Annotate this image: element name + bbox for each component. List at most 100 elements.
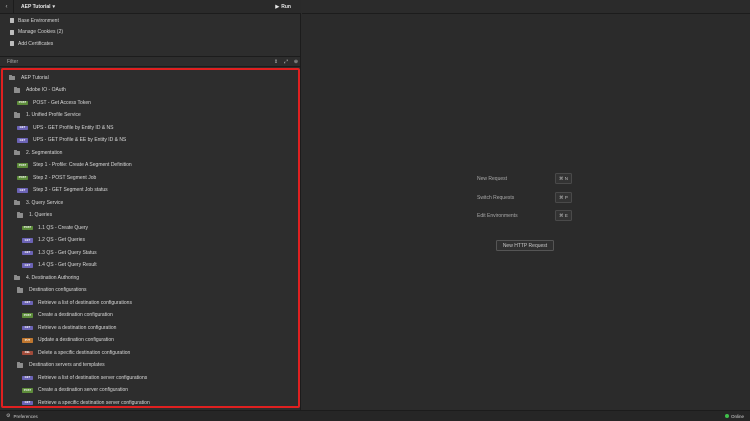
tree-request[interactable]: POST Step 2 - POST Segment Job <box>3 172 298 185</box>
tree-request[interactable]: GET 1.4 QS - Get Query Result <box>3 259 298 272</box>
environment-menu: Base Environment Manage Cookies (2) Add … <box>0 15 301 50</box>
tree-request[interactable]: PUT Update a destination configuration <box>3 334 298 347</box>
tree-request[interactable]: GET Retrieve a destination configuration <box>3 322 298 335</box>
play-icon: ▶ <box>275 3 280 10</box>
method-badge: GET <box>22 250 33 255</box>
request-tree: AEP Tutorial Adobe IO - OAuth POST POST - G… <box>1 68 300 408</box>
tree-folder[interactable]: 2. Segmentation <box>3 147 298 160</box>
method-badge: GET <box>17 138 28 143</box>
method-badge: GET <box>22 325 33 330</box>
tree-request[interactable]: POST 1.1 QS - Create Query <box>3 222 298 235</box>
tree-folder[interactable]: 4. Destination Authoring <box>3 272 298 285</box>
tree-item-label: Retrieve a list of destination configura… <box>38 299 132 306</box>
tree-request[interactable]: POST POST - Get Access Token <box>3 97 298 110</box>
gear-icon: ⚙ <box>6 413 11 419</box>
filter-input[interactable] <box>7 58 271 65</box>
env-item-base-environment[interactable]: Base Environment <box>0 15 301 27</box>
tree-request[interactable]: GET Step 3 - GET Segment Job status <box>3 184 298 197</box>
tree-item-label: Destination servers and templates <box>29 362 105 369</box>
tree-request[interactable]: GET 1.3 QS - Get Query Status <box>3 247 298 260</box>
tree-item-label: Step 1 - Profile: Create A Segment Defin… <box>33 162 132 169</box>
back-button[interactable]: ‹ <box>0 0 14 14</box>
certificate-icon <box>10 41 14 47</box>
tree-item-label: AEP Tutorial <box>21 74 49 81</box>
tree-item-label: 1. Unified Profile Service <box>26 112 81 119</box>
method-badge: PUT <box>22 338 33 343</box>
new-http-request-button[interactable]: New HTTP Request <box>496 240 554 251</box>
env-item-label: Add Certificates <box>18 40 54 47</box>
tree-folder[interactable]: 3. Query Service <box>3 197 298 210</box>
tree-item-label: 1. Queries <box>29 212 53 219</box>
shortcut-key: ⌘ P <box>555 192 572 203</box>
tree-request[interactable]: GET Retrieve a specific destination serve… <box>3 397 298 410</box>
shortcut-edit-environments[interactable]: Edit Environments ⌘ E <box>477 210 572 221</box>
method-badge: GET <box>22 263 33 268</box>
tree-item-label: 1.2 QS - Get Queries <box>38 237 85 244</box>
tree-folder[interactable]: 1. Queries <box>3 209 298 222</box>
sort-icon[interactable]: ⇕ <box>271 59 281 65</box>
tree-request[interactable]: GET Retrieve a list of destination server… <box>3 372 298 385</box>
tree-folder[interactable]: 1. Unified Profile Service <box>3 109 298 122</box>
env-item-manage-cookies[interactable]: Manage Cookies (2) <box>0 27 301 39</box>
tree-item-label: 4. Destination Authoring <box>26 274 80 281</box>
method-badge: POST <box>22 313 33 318</box>
folder-icon <box>14 199 20 205</box>
shortcut-label: Switch Requests <box>477 194 515 201</box>
shortcut-label: Edit Environments <box>477 212 518 219</box>
preferences-button[interactable]: ⚙ Preferences <box>6 413 38 419</box>
shortcut-label: New Request <box>477 175 508 182</box>
shortcut-switch-requests[interactable]: Switch Requests ⌘ P <box>477 192 572 203</box>
sidebar-header: ‹ AEP Tutorial ▾ ▶ Run <box>0 0 301 14</box>
method-badge: POST <box>22 225 33 230</box>
method-badge: GET <box>22 375 33 380</box>
method-badge: GET <box>17 125 28 130</box>
tree-request[interactable]: GET UPS - GET Profile by Entity ID & NS <box>3 122 298 135</box>
tree-item-label: Create a destination configuration <box>38 312 113 319</box>
tree-item-label: Delete a specific destination configurat… <box>38 349 131 356</box>
folder-icon <box>17 287 23 293</box>
tree-folder[interactable]: AEP Tutorial <box>3 72 298 85</box>
tree-request[interactable]: POST Create a destination server configur… <box>3 384 298 397</box>
tree-request[interactable]: DEL Delete a specific destination configu… <box>3 347 298 360</box>
chevron-left-icon: ‹ <box>5 3 8 10</box>
tree-item-label: 3. Query Service <box>26 199 64 206</box>
folder-icon <box>14 87 20 93</box>
tree-request[interactable]: GET UPS - GET Profile & EE by Entity ID &… <box>3 134 298 147</box>
expand-icon[interactable]: ⤢ <box>281 59 291 65</box>
tree-item-label: POST - Get Access Token <box>33 99 91 106</box>
folder-icon <box>14 149 20 155</box>
tree-item-label: 1.3 QS - Get Query Status <box>38 249 97 256</box>
tree-item-label: 1.4 QS - Get Query Result <box>38 262 97 269</box>
shortcut-key: ⌘ N <box>555 173 572 184</box>
env-item-label: Base Environment <box>18 17 59 24</box>
sidebar: ‹ AEP Tutorial ▾ ▶ Run Base Environment … <box>0 0 301 410</box>
tree-request[interactable]: POST Step 1 - Profile: Create A Segment D… <box>3 159 298 172</box>
method-badge: POST <box>17 100 28 105</box>
env-item-label: Manage Cookies (2) <box>18 29 64 36</box>
filter-bar: ⇕ ⤢ ⊕ <box>0 56 301 67</box>
tree-request[interactable]: GET 1.2 QS - Get Queries <box>3 234 298 247</box>
tree-folder[interactable]: Adobe IO - OAuth <box>3 84 298 97</box>
shortcut-new-request[interactable]: New Request ⌘ N <box>477 173 572 184</box>
main-panel: New Request ⌘ N Switch Requests ⌘ P Edit… <box>302 0 750 410</box>
tree-item-label: Retrieve a destination configuration <box>38 324 117 331</box>
chevron-down-icon: ▾ <box>52 3 56 10</box>
method-badge: POST <box>22 388 33 393</box>
run-button[interactable]: ▶ Run <box>275 4 291 10</box>
workspace-dropdown[interactable]: AEP Tutorial ▾ <box>21 4 55 10</box>
tree-request[interactable]: POST Create a destination configuration <box>3 309 298 322</box>
tree-item-label: Retrieve a list of destination server co… <box>38 374 148 381</box>
status-bar: ⚙ Preferences Online <box>0 410 750 421</box>
workspace-name: AEP Tutorial <box>21 3 51 10</box>
tree-folder[interactable]: Destination configurations <box>3 284 298 297</box>
tree-item-label: Create a destination server configuratio… <box>38 387 129 394</box>
preferences-label: Preferences <box>13 413 38 419</box>
method-badge: GET <box>17 188 28 193</box>
run-label: Run <box>281 3 291 10</box>
tree-folder[interactable]: Destination servers and templates <box>3 359 298 372</box>
tree-request[interactable]: GET Retrieve a list of destination config… <box>3 297 298 310</box>
tree-item-label: UPS - GET Profile & EE by Entity ID & NS <box>33 137 127 144</box>
add-icon[interactable]: ⊕ <box>291 59 301 65</box>
folder-icon <box>14 112 20 118</box>
env-item-add-certificates[interactable]: Add Certificates <box>0 38 301 50</box>
